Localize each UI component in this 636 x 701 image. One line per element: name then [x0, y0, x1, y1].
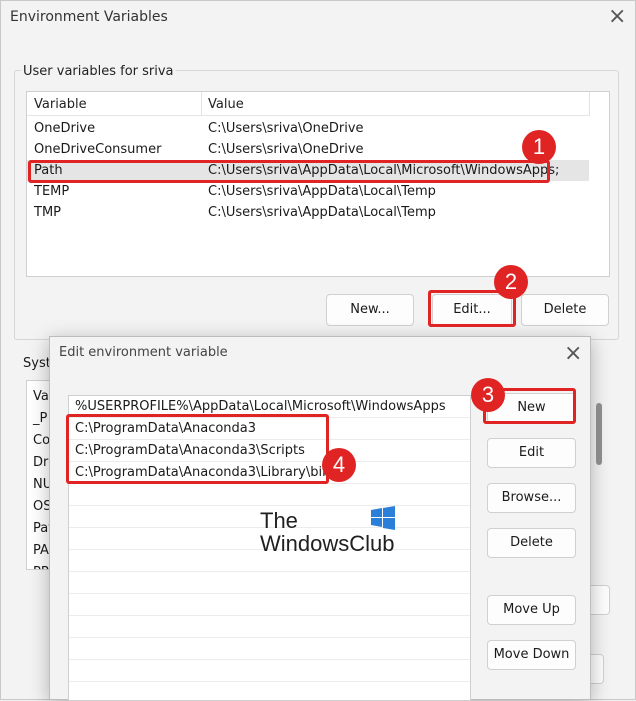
watermark-line-2: WindowsClub [260, 531, 395, 556]
path-entry-text: %USERPROFILE%\AppData\Local\Microsoft\Wi… [75, 399, 446, 414]
variable-value: C:\Users\sriva\OneDrive [208, 142, 364, 157]
close-icon[interactable]: × [564, 343, 582, 365]
step-badge-3: 3 [471, 378, 505, 412]
variable-name: TMP [34, 205, 61, 220]
user-var-row-onedriveconsumer[interactable]: OneDriveConsumer C:\Users\sriva\OneDrive [27, 139, 589, 160]
empty-row[interactable] [69, 572, 470, 594]
user-variables-list[interactable]: Variable Value OneDrive C:\Users\sriva\O… [26, 91, 610, 277]
column-divider[interactable] [589, 92, 590, 116]
dialog-delete-button[interactable]: Delete [487, 528, 576, 558]
ok-button-edge[interactable] [590, 654, 604, 684]
system-button-edge[interactable] [590, 585, 610, 615]
system-var-item[interactable]: _P [33, 411, 47, 426]
system-var-item[interactable]: Va [33, 389, 49, 404]
path-row-highlight [28, 160, 550, 183]
list-header: Variable Value [27, 92, 590, 116]
watermark-line-1: The [260, 508, 298, 533]
system-var-item[interactable]: Co [33, 433, 50, 448]
move-down-button[interactable]: Move Down [487, 640, 576, 670]
variable-name: TEMP [34, 184, 70, 199]
empty-row[interactable] [69, 660, 470, 682]
user-var-row-onedrive[interactable]: OneDrive C:\Users\sriva\OneDrive [27, 118, 589, 139]
move-up-button[interactable]: Move Up [487, 595, 576, 625]
empty-row[interactable] [69, 594, 470, 616]
column-header-variable[interactable]: Variable [34, 97, 87, 112]
variable-value: C:\Users\sriva\AppData\Local\Temp [208, 205, 436, 220]
windows-logo-icon [371, 506, 395, 530]
variable-value: C:\Users\sriva\AppData\Local\Temp [208, 184, 436, 199]
system-var-item[interactable]: PA [33, 543, 49, 558]
window-title: Environment Variables [10, 9, 168, 25]
empty-row[interactable] [69, 682, 470, 700]
empty-row[interactable] [69, 484, 470, 506]
empty-row[interactable] [69, 616, 470, 638]
step-badge-4: 4 [322, 448, 356, 482]
step-badge-2: 2 [494, 265, 528, 299]
close-icon[interactable]: × [608, 6, 626, 28]
dialog-browse-button[interactable]: Browse... [487, 483, 576, 513]
column-divider[interactable] [201, 92, 202, 116]
step-badge-1: 1 [522, 130, 556, 164]
user-new-button[interactable]: New... [326, 294, 414, 326]
column-header-value[interactable]: Value [208, 97, 244, 112]
system-var-item[interactable]: PR [33, 565, 50, 569]
user-delete-button[interactable]: Delete [521, 294, 609, 326]
user-variables-label: User variables for sriva [21, 64, 176, 79]
user-var-row-temp[interactable]: TEMP C:\Users\sriva\AppData\Local\Temp [27, 181, 589, 202]
user-var-row-tmp[interactable]: TMP C:\Users\sriva\AppData\Local\Temp [27, 202, 589, 223]
variable-name: OneDrive [34, 121, 96, 136]
dialog-title: Edit environment variable [59, 345, 228, 360]
empty-row[interactable] [69, 638, 470, 660]
variable-name: OneDriveConsumer [34, 142, 162, 157]
variable-value: C:\Users\sriva\OneDrive [208, 121, 364, 136]
scrollbar-thumb[interactable] [596, 403, 602, 465]
anaconda-entries-highlight [66, 414, 329, 484]
dialog-edit-button[interactable]: Edit [487, 438, 576, 468]
